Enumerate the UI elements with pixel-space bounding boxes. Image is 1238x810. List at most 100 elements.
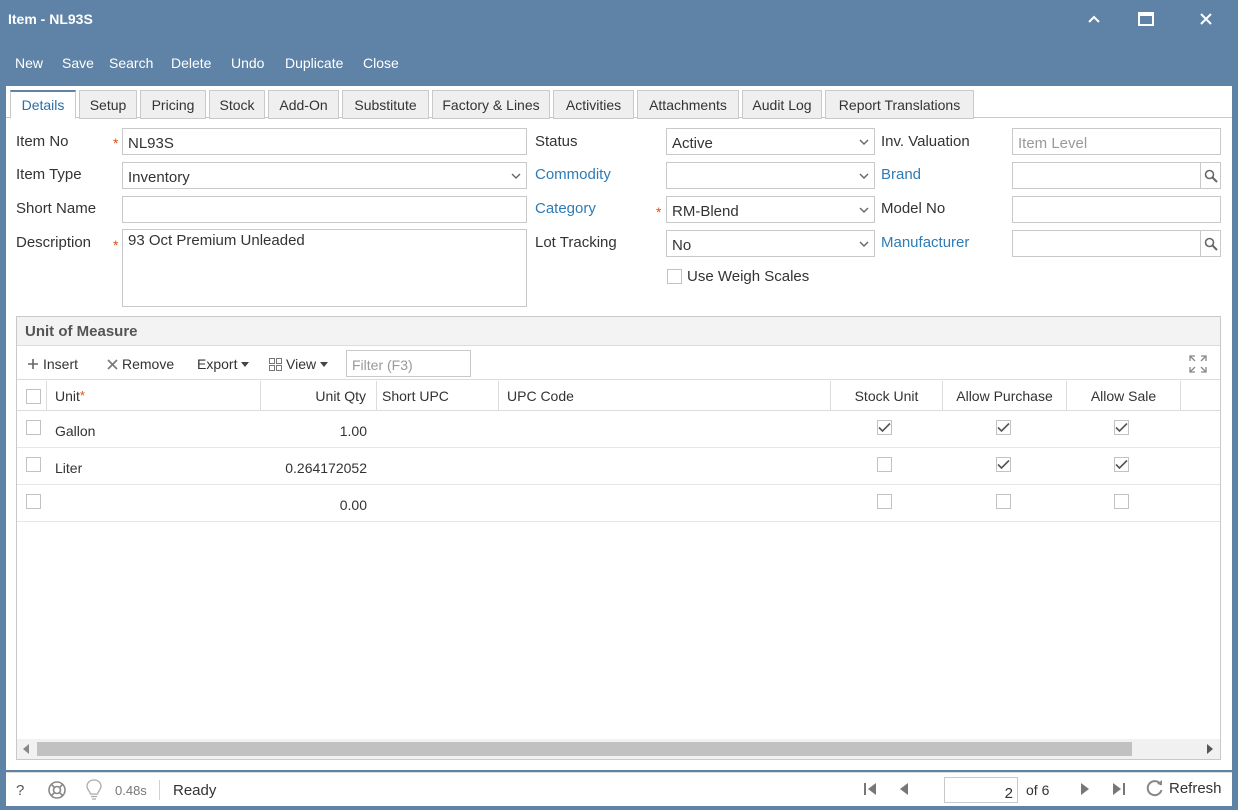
status-value: Active — [672, 135, 713, 152]
tab-report-translations[interactable]: Report Translations — [825, 90, 974, 119]
unit-cell[interactable]: Liter — [55, 460, 82, 476]
unit-qty-cell[interactable]: 1.00 — [340, 423, 367, 439]
lot-tracking-combo[interactable]: No — [666, 230, 875, 257]
tab-pricing[interactable]: Pricing — [140, 90, 206, 119]
expand-icon[interactable] — [1189, 355, 1207, 373]
table-row[interactable]: 0.00 — [17, 485, 1220, 522]
lightbulb-icon[interactable] — [86, 779, 102, 804]
scroll-left-icon — [23, 744, 29, 754]
unit-cell[interactable]: Gallon — [55, 423, 95, 439]
col-unit-qty[interactable]: Unit Qty — [261, 381, 377, 411]
use-weigh-scales-checkbox[interactable] — [667, 269, 682, 284]
select-all-checkbox[interactable] — [26, 389, 41, 404]
delete-button[interactable]: Delete — [171, 55, 211, 71]
row-select-checkbox[interactable] — [26, 420, 41, 435]
allow-sale-checkbox[interactable] — [1114, 494, 1129, 509]
grid-filter-input[interactable]: Filter (F3) — [346, 350, 471, 377]
table-row[interactable]: Liter 0.264172052 — [17, 448, 1220, 485]
tab-activities[interactable]: Activities — [553, 90, 634, 119]
tab-substitute[interactable]: Substitute — [342, 90, 429, 119]
col-allow-purchase[interactable]: Allow Purchase — [943, 381, 1067, 411]
col-stock-unit[interactable]: Stock Unit — [831, 381, 943, 411]
col-short-upc[interactable]: Short UPC — [377, 381, 499, 411]
unit-qty-cell[interactable]: 0.264172052 — [285, 460, 367, 476]
window-titlebar: Item - NL93S — [0, 0, 1238, 40]
insert-button[interactable]: Insert — [27, 356, 78, 372]
first-page-icon[interactable] — [863, 782, 877, 799]
status-text: Ready — [173, 782, 217, 799]
row-select-checkbox[interactable] — [26, 457, 41, 472]
tab-audit-log[interactable]: Audit Log — [742, 90, 822, 119]
category-combo[interactable]: RM-Blend — [666, 196, 875, 223]
tab-stock[interactable]: Stock — [209, 90, 265, 119]
save-button[interactable]: Save — [62, 55, 94, 71]
category-required-marker: * — [656, 204, 662, 220]
search-icon[interactable] — [1200, 231, 1220, 256]
last-page-icon[interactable] — [1112, 782, 1126, 799]
unit-required-marker: * — [79, 388, 85, 403]
chevron-down-icon[interactable] — [852, 231, 874, 256]
col-unit[interactable]: Unit* — [47, 381, 261, 411]
next-page-icon[interactable] — [1080, 782, 1090, 799]
commodity-combo[interactable] — [666, 162, 875, 189]
brand-link[interactable]: Brand — [881, 166, 921, 183]
table-row[interactable]: Gallon 1.00 — [17, 411, 1220, 448]
tab-factory-lines[interactable]: Factory & Lines — [432, 90, 550, 119]
chevron-down-icon[interactable] — [852, 163, 874, 188]
caret-down-icon — [241, 361, 250, 367]
export-button[interactable]: Export — [197, 356, 250, 372]
scrollbar-thumb[interactable] — [37, 742, 1132, 756]
horizontal-scrollbar[interactable] — [17, 739, 1220, 759]
view-button[interactable]: View — [269, 356, 329, 372]
allow-purchase-checkbox[interactable] — [996, 494, 1011, 509]
refresh-icon — [1146, 780, 1163, 797]
help-icon[interactable]: ? — [16, 782, 24, 799]
tab-attachments[interactable]: Attachments — [637, 90, 739, 119]
stock-unit-checkbox[interactable] — [877, 420, 892, 435]
undo-button[interactable]: Undo — [231, 55, 264, 71]
chevron-up-icon — [1088, 15, 1100, 23]
chevron-down-icon[interactable] — [852, 197, 874, 222]
tab-details[interactable]: Details — [10, 90, 76, 119]
allow-sale-checkbox[interactable] — [1114, 420, 1129, 435]
category-link[interactable]: Category — [535, 200, 596, 217]
maximize-button[interactable] — [1129, 4, 1163, 34]
chevron-down-icon[interactable] — [504, 163, 526, 188]
tab-add-on[interactable]: Add-On — [268, 90, 339, 119]
model-no-field[interactable] — [1012, 196, 1221, 223]
manufacturer-field[interactable] — [1012, 230, 1221, 257]
col-allow-sale[interactable]: Allow Sale — [1067, 381, 1181, 411]
remove-button[interactable]: Remove — [107, 356, 174, 372]
previous-page-icon[interactable] — [899, 782, 909, 799]
minimize-button[interactable] — [1077, 4, 1111, 34]
close-button[interactable]: Close — [363, 55, 399, 71]
new-button[interactable]: New — [15, 55, 43, 71]
brand-field[interactable] — [1012, 162, 1221, 189]
refresh-button[interactable]: Refresh — [1145, 778, 1222, 798]
manufacturer-link[interactable]: Manufacturer — [881, 234, 969, 251]
stock-unit-checkbox[interactable] — [877, 494, 892, 509]
maximize-icon — [1138, 12, 1154, 26]
unit-qty-cell[interactable]: 0.00 — [340, 497, 367, 513]
chevron-down-icon[interactable] — [852, 129, 874, 154]
allow-sale-checkbox[interactable] — [1114, 457, 1129, 472]
status-combo[interactable]: Active — [666, 128, 875, 155]
search-icon[interactable] — [1200, 163, 1220, 188]
search-button[interactable]: Search — [109, 55, 153, 71]
col-upc-code[interactable]: UPC Code — [499, 381, 831, 411]
stock-unit-checkbox[interactable] — [877, 457, 892, 472]
page-number-input[interactable]: 2 — [944, 777, 1018, 803]
description-textarea[interactable]: 93 Oct Premium Unleaded — [122, 229, 527, 307]
allow-purchase-checkbox[interactable] — [996, 420, 1011, 435]
commodity-link[interactable]: Commodity — [535, 166, 611, 183]
item-type-combo[interactable]: Inventory — [122, 162, 527, 189]
support-icon[interactable] — [47, 780, 67, 803]
row-select-checkbox[interactable] — [26, 494, 41, 509]
lot-tracking-value: No — [672, 237, 692, 254]
window-close-button[interactable] — [1189, 4, 1223, 34]
item-no-field[interactable]: NL93S — [122, 128, 527, 155]
tab-setup[interactable]: Setup — [79, 90, 137, 119]
allow-purchase-checkbox[interactable] — [996, 457, 1011, 472]
duplicate-button[interactable]: Duplicate — [285, 55, 343, 71]
short-name-field[interactable] — [122, 196, 527, 223]
